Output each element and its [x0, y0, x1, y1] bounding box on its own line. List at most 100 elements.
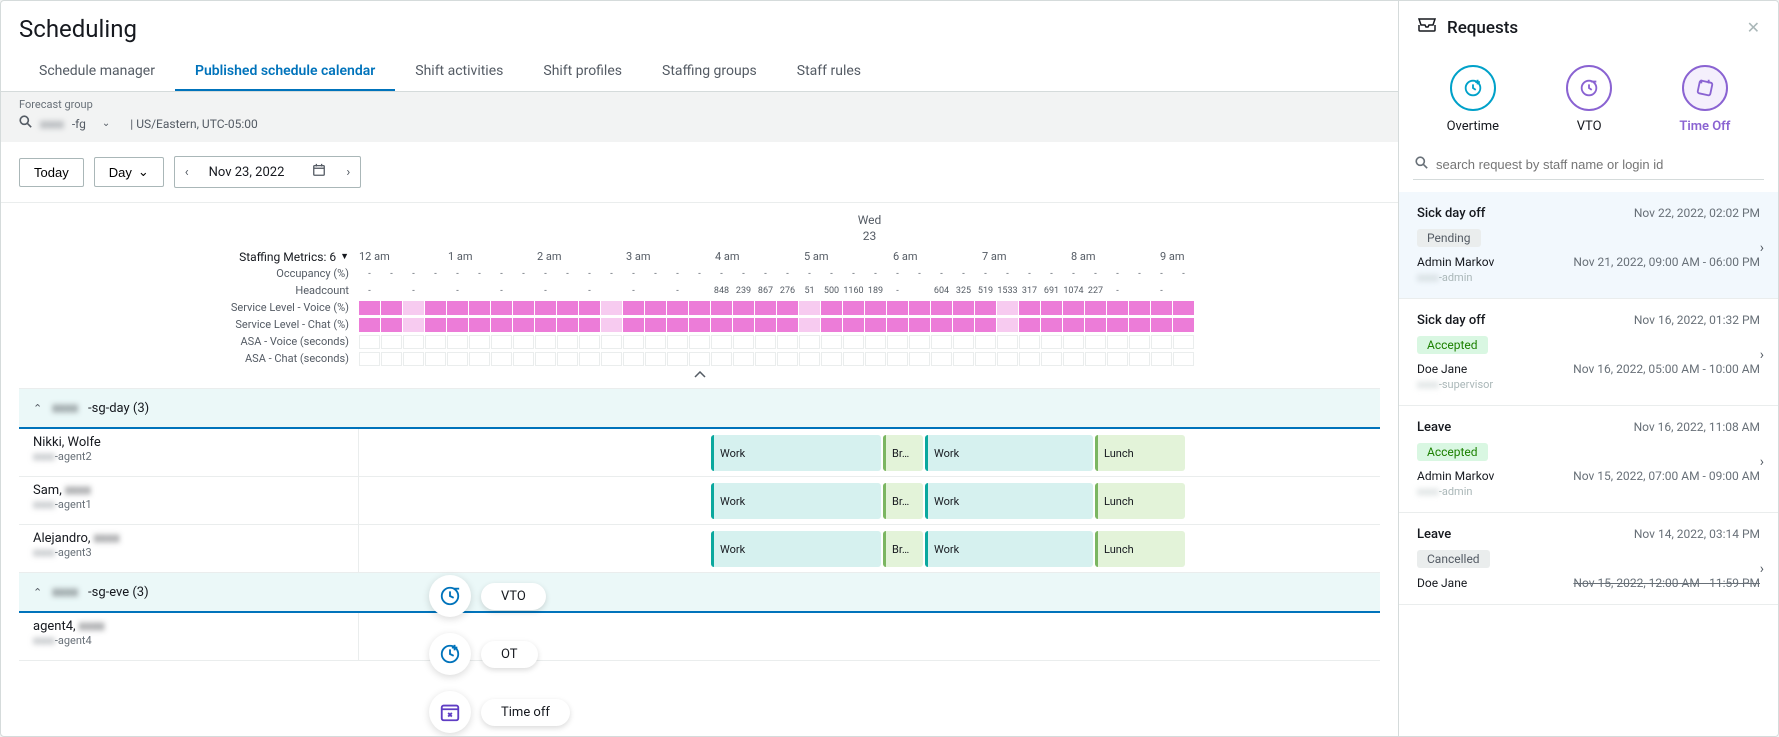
tab-shift-activities[interactable]: Shift activities: [395, 53, 523, 91]
vto-fab-label[interactable]: VTO: [481, 583, 546, 610]
metric-cell: [491, 352, 512, 366]
group-name: -sg-eve (3): [88, 585, 149, 600]
metric-cell: [997, 267, 1018, 281]
metric-cell: 51: [799, 284, 820, 298]
request-timestamp: Nov 22, 2022, 02:02 PM: [1634, 206, 1760, 221]
agent-schedule[interactable]: WorkBr…WorkLunch: [359, 477, 1380, 524]
metric-cell: -: [667, 284, 688, 298]
requests-panel: Requests ✕ Overtime VTO Time Off: [1398, 1, 1778, 736]
request-type-overtime[interactable]: Overtime: [1447, 65, 1499, 134]
metric-cell: [1173, 301, 1194, 315]
agent-schedule[interactable]: WorkBr…WorkLunch: [359, 525, 1380, 572]
chevron-right-icon[interactable]: ›: [1760, 454, 1764, 470]
metric-cell: [1173, 318, 1194, 332]
schedule-block-lunch[interactable]: Lunch: [1095, 483, 1185, 519]
metric-cell: [1019, 301, 1040, 315]
hour-label: 2 am: [537, 250, 625, 263]
staffing-metrics-label: Staffing Metrics: 6: [239, 250, 336, 264]
request-time-range: Nov 15, 2022, 12:00 AM - 11:59 PM: [1573, 576, 1760, 590]
schedule-block-break[interactable]: Br…: [883, 483, 923, 519]
schedule-block-work[interactable]: Work: [711, 483, 881, 519]
prev-day-button[interactable]: ‹: [175, 159, 199, 186]
metric-cell: [645, 284, 666, 298]
agent-info[interactable]: agent4, xxxx xxxx-agent4: [19, 613, 359, 660]
schedule-block-lunch[interactable]: Lunch: [1095, 435, 1185, 471]
metric-cell: [557, 284, 578, 298]
page-title: Scheduling: [1, 1, 1398, 53]
schedule-block-work[interactable]: Work: [711, 531, 881, 567]
agent-sub: -agent1: [55, 498, 92, 511]
status-badge: Pending: [1417, 229, 1481, 247]
chevron-right-icon[interactable]: ›: [1760, 347, 1764, 363]
metric-cell: [953, 301, 974, 315]
status-badge: Accepted: [1417, 336, 1488, 354]
metric-cell: [425, 267, 446, 281]
schedule-block-break[interactable]: Br…: [883, 435, 923, 471]
schedule-block-work[interactable]: Work: [925, 435, 1093, 471]
ot-fab-label[interactable]: OT: [481, 641, 538, 668]
metric-cell: [491, 301, 512, 315]
agent-schedule[interactable]: WorkBr…WorkLunch: [359, 429, 1380, 476]
tab-published-calendar[interactable]: Published schedule calendar: [175, 53, 395, 91]
agent-name: agent4,: [33, 619, 76, 634]
metric-cell: [689, 352, 710, 366]
forecast-group-value[interactable]: -fg: [72, 117, 86, 131]
request-card[interactable]: LeaveNov 16, 2022, 11:08 AMAcceptedAdmin…: [1399, 406, 1778, 513]
metric-cell: -: [535, 284, 556, 298]
metric-cell: [887, 352, 908, 366]
agent-row: Sam, xxxxxxxx-agent1WorkBr…WorkLunch: [19, 477, 1380, 525]
metric-cell: [887, 301, 908, 315]
agent-info[interactable]: Nikki, Wolfexxxx-agent2: [19, 429, 359, 476]
metric-cell: [513, 284, 534, 298]
group-header-eve[interactable]: ⌃ xxxx-sg-eve (3): [19, 573, 1380, 613]
metric-cell: [733, 318, 754, 332]
metric-cell: [447, 267, 468, 281]
staffing-metrics-toggle[interactable]: Staffing Metrics: 6 ▼: [19, 248, 349, 266]
metric-cell: [403, 301, 424, 315]
request-card[interactable]: LeaveNov 14, 2022, 03:14 PMCancelledDoe …: [1399, 513, 1778, 605]
vto-fab-button[interactable]: [429, 575, 471, 617]
schedule-block-break[interactable]: Br…: [883, 531, 923, 567]
panel-search[interactable]: [1413, 150, 1764, 180]
collapse-metrics-button[interactable]: [19, 367, 1380, 384]
date-display[interactable]: Nov 23, 2022: [199, 157, 337, 187]
today-button[interactable]: Today: [19, 158, 84, 187]
chevron-right-icon[interactable]: ›: [1760, 561, 1764, 577]
vto-icon: [1566, 65, 1612, 111]
tab-shift-profiles[interactable]: Shift profiles: [523, 53, 642, 91]
request-type-vto[interactable]: VTO: [1566, 65, 1612, 134]
ot-fab-button[interactable]: [429, 633, 471, 675]
tab-schedule-manager[interactable]: Schedule manager: [19, 53, 175, 91]
request-person: Admin Markov: [1417, 469, 1494, 483]
group-name: -sg-day (3): [88, 401, 149, 416]
close-panel-button[interactable]: ✕: [1747, 18, 1760, 37]
request-title: Sick day off: [1417, 313, 1485, 328]
agent-info[interactable]: Alejandro, xxxxxxxx-agent3: [19, 525, 359, 572]
request-sub-blur: xxxx: [1417, 485, 1439, 498]
tab-staff-rules[interactable]: Staff rules: [777, 53, 881, 91]
timeoff-fab-button[interactable]: [429, 691, 471, 733]
schedule-block-work[interactable]: Work: [711, 435, 881, 471]
range-select[interactable]: Day⌄: [94, 157, 164, 187]
schedule-block-lunch[interactable]: Lunch: [1095, 531, 1185, 567]
group-header-day[interactable]: ⌃ xxxx-sg-day (3): [19, 389, 1380, 429]
schedule-block-work[interactable]: Work: [925, 531, 1093, 567]
request-card[interactable]: Sick day offNov 16, 2022, 01:32 PMAccept…: [1399, 299, 1778, 406]
metric-cell: [953, 267, 974, 281]
forecast-group-prefix: xxxx: [40, 117, 64, 131]
schedule-block-work[interactable]: Work: [925, 483, 1093, 519]
metric-cell: -: [359, 284, 380, 298]
metric-cell: [359, 301, 380, 315]
status-badge: Cancelled: [1417, 550, 1490, 568]
timeoff-fab-label[interactable]: Time off: [481, 699, 570, 726]
chevron-right-icon[interactable]: ›: [1760, 240, 1764, 256]
panel-search-input[interactable]: [1436, 157, 1762, 172]
next-day-button[interactable]: ›: [336, 159, 360, 186]
request-list[interactable]: Sick day off Nov 22, 2022, 02:02 PM Pendin…: [1399, 192, 1778, 736]
tab-staffing-groups[interactable]: Staffing groups: [642, 53, 777, 91]
request-type-timeoff[interactable]: Time Off: [1679, 65, 1730, 134]
request-card[interactable]: Sick day offNov 22, 2022, 02:02 PMPendin…: [1399, 192, 1778, 299]
chevron-down-icon[interactable]: ⌄: [94, 118, 118, 129]
agent-info[interactable]: Sam, xxxxxxxx-agent1: [19, 477, 359, 524]
metric-cell: [557, 352, 578, 366]
